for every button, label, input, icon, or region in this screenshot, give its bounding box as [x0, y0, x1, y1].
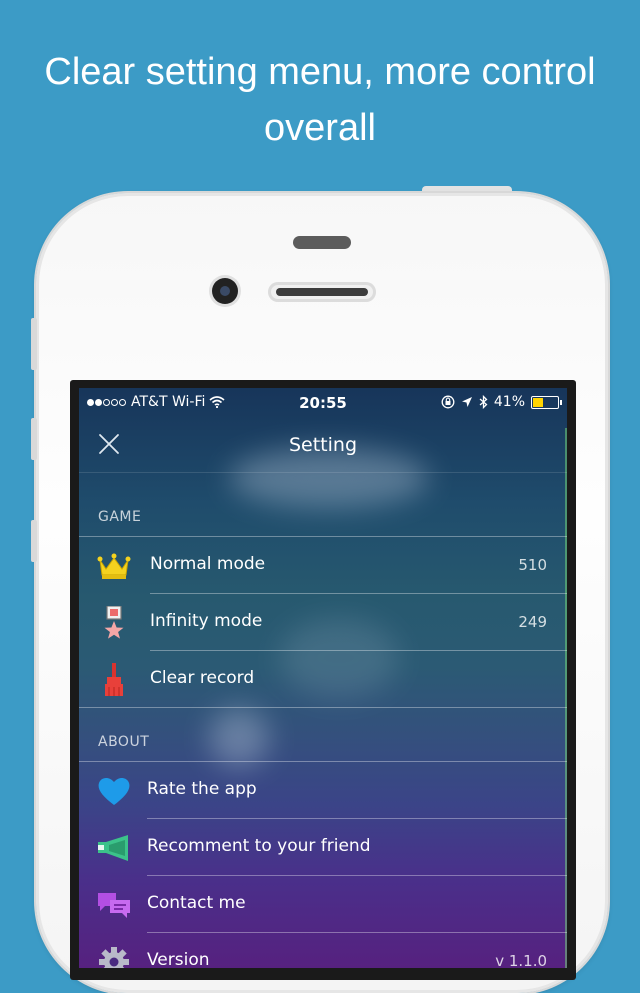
app-screen: AT&T Wi-Fi 20:55 41% Setting GAME Normal… [79, 388, 567, 968]
proximity-sensor [293, 236, 351, 249]
list-item-label: Recomment to your friend [147, 836, 371, 856]
front-camera [212, 278, 238, 304]
list-item-value: 249 [518, 613, 547, 631]
list-item-value: 510 [518, 556, 547, 574]
headline-line-1: Clear setting menu, more control [44, 51, 596, 93]
list-item-label: Contact me [147, 893, 246, 913]
megaphone-icon [98, 835, 128, 861]
list-item-label: Version [147, 950, 210, 968]
gear-icon [99, 947, 129, 968]
background-blur [209, 708, 269, 768]
section-header-about: ABOUT [98, 734, 150, 750]
mute-switch [31, 318, 37, 370]
page-title: Setting [288, 434, 358, 456]
volume-down-button [31, 520, 37, 562]
list-item-label: Normal mode [150, 554, 266, 574]
list-item-rate-the-app[interactable]: Rate the app [79, 762, 567, 819]
orientation-lock-icon [441, 395, 455, 409]
divider [79, 707, 567, 708]
list-item-label: Rate the app [147, 779, 257, 799]
headline-line-2: overall [264, 107, 376, 149]
list-item-normal-mode[interactable]: Normal mode 510 [79, 537, 567, 594]
earpiece-speaker [268, 282, 376, 302]
crown-icon [97, 553, 131, 579]
status-right: 41% [441, 394, 562, 410]
chat-bubbles-icon [98, 893, 130, 918]
battery-percent: 41% [493, 394, 525, 410]
list-item-recommend[interactable]: Recomment to your friend [79, 819, 567, 876]
list-item-clear-record[interactable]: Clear record [79, 651, 567, 708]
list-item-label: Clear record [150, 668, 255, 688]
broom-icon [105, 663, 123, 696]
volume-up-button [31, 418, 37, 460]
battery-icon [531, 395, 562, 409]
bluetooth-icon [479, 395, 488, 409]
headline: Clear setting menu, more control overall [0, 44, 640, 156]
list-item-infinity-mode[interactable]: Infinity mode 249 [79, 594, 567, 651]
list-item-contact-me[interactable]: Contact me [79, 876, 567, 933]
location-arrow-icon [461, 397, 472, 407]
list-item-label: Infinity mode [150, 611, 263, 631]
section-header-game: GAME [98, 509, 142, 525]
list-item-version[interactable]: Version v 1.1.0 [79, 933, 567, 968]
battery-level [533, 397, 543, 407]
list-item-value: v 1.1.0 [495, 952, 547, 968]
medal-icon [104, 606, 124, 639]
status-bar: AT&T Wi-Fi 20:55 41% [79, 388, 567, 418]
heart-icon [98, 777, 130, 805]
navigation-bar: Setting [79, 418, 567, 473]
